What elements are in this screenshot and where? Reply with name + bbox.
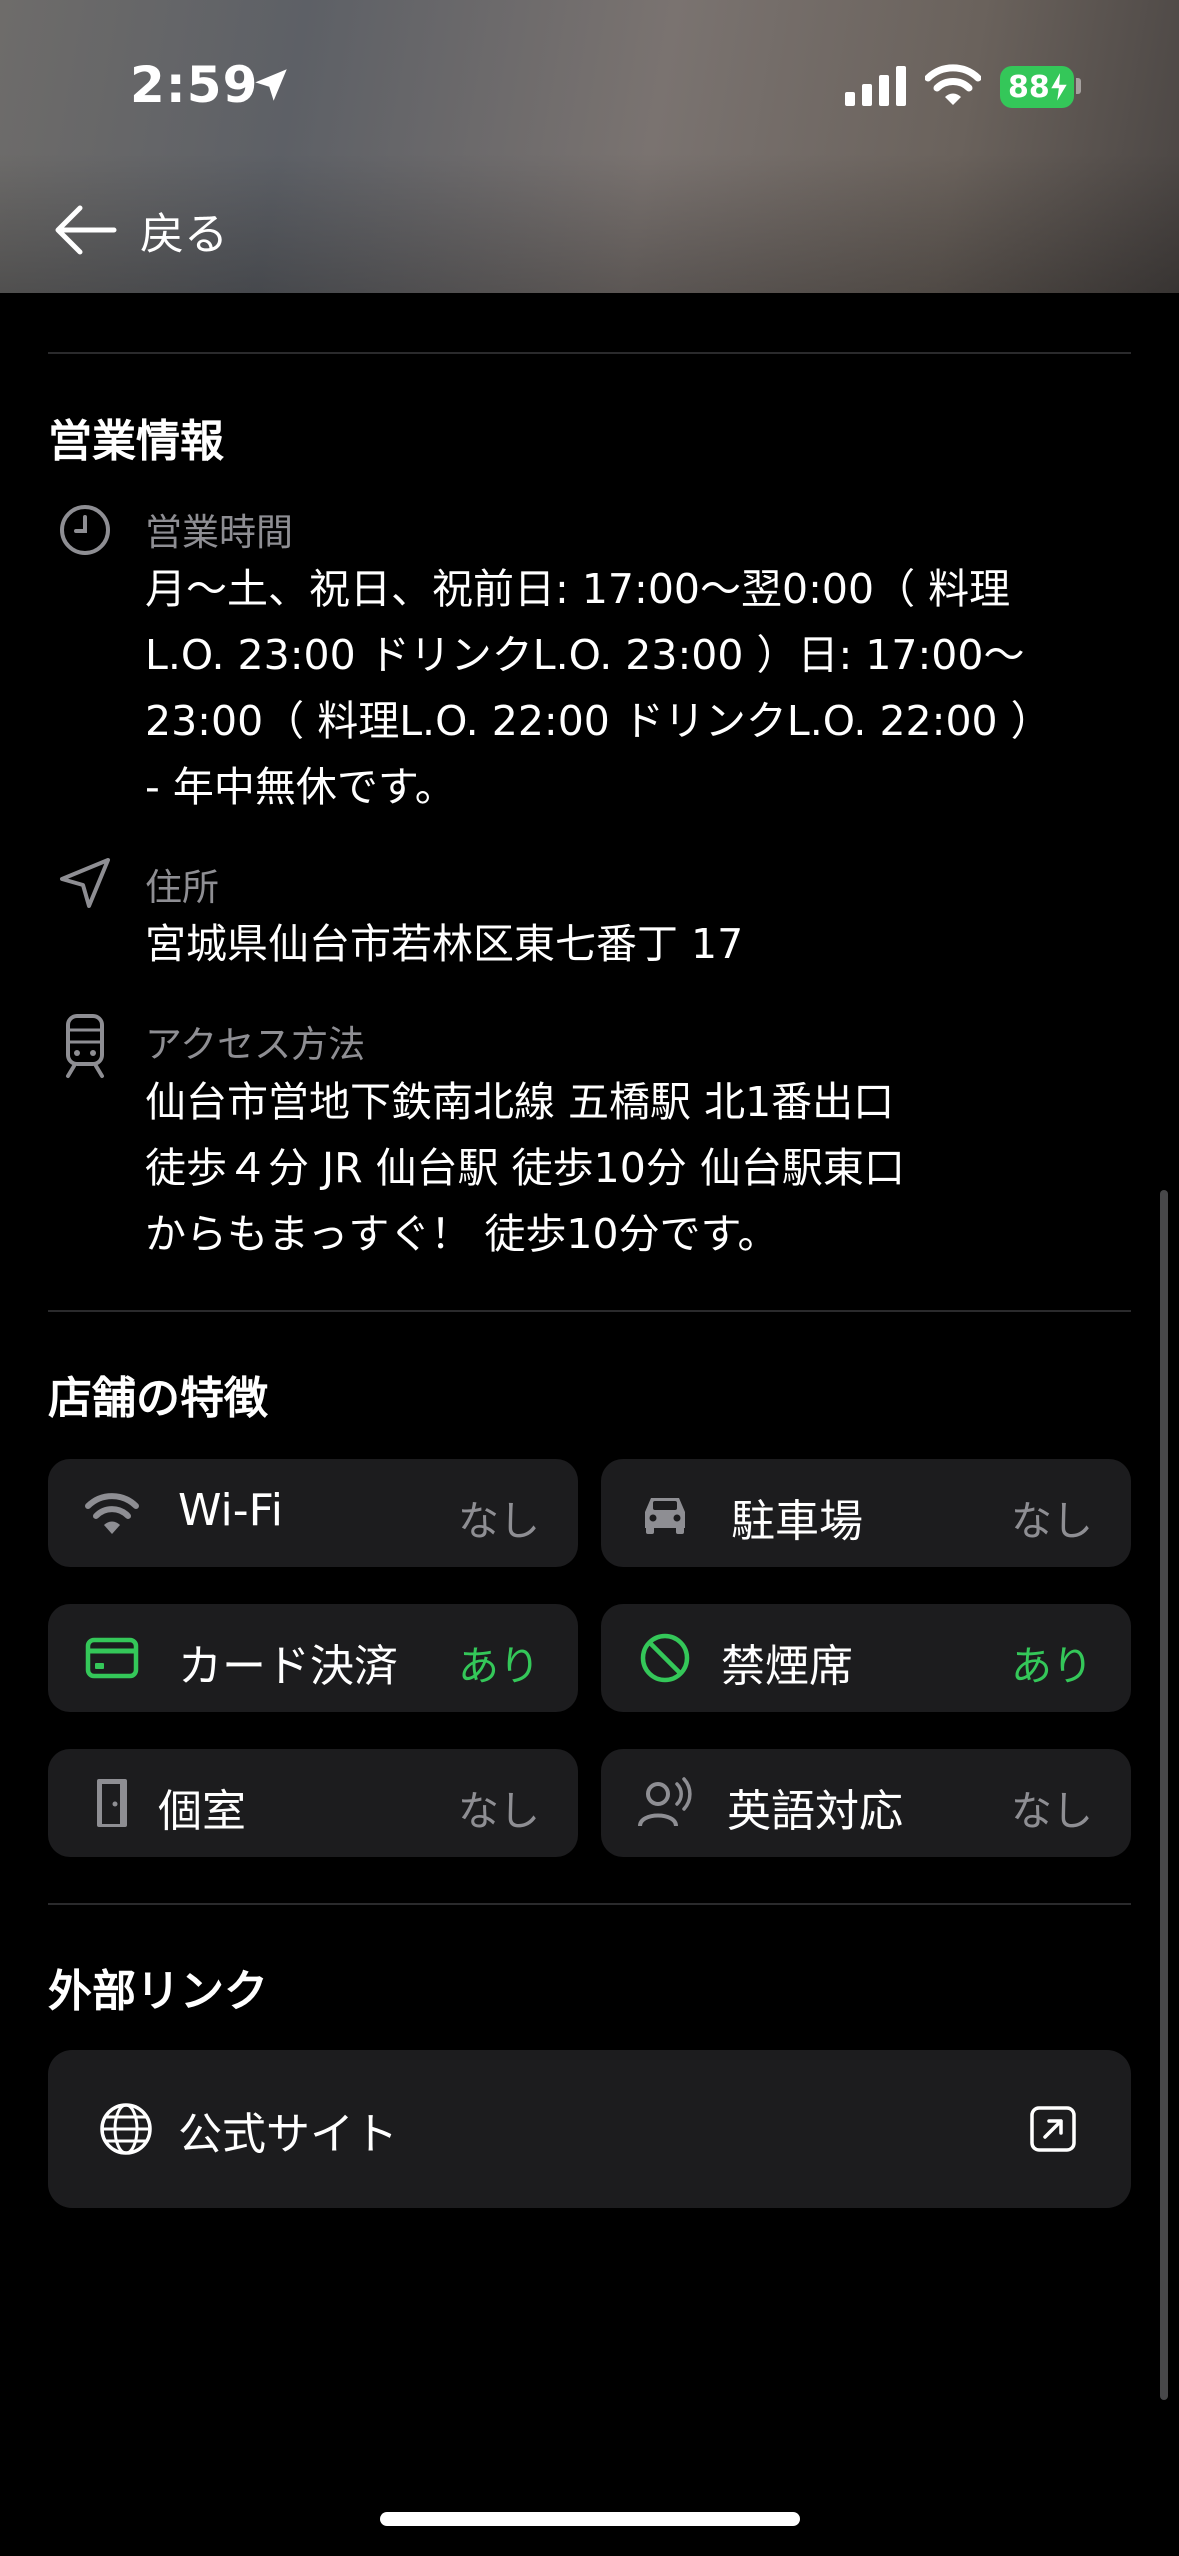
hours-line: - 年中無休です。 <box>145 763 456 811</box>
feature-value: あり <box>1011 1642 1093 1690</box>
access-value: 仙台市営地下鉄南北線 五橋駅 北1番出口 徒歩４分 JR 仙台駅 徒歩10分 仙… <box>145 1069 1135 1267</box>
access-line: からもまっすぐ！ 徒歩10分です。 <box>145 1210 779 1258</box>
official-site-link[interactable]: 公式サイト <box>48 2050 1131 2208</box>
home-indicator[interactable] <box>380 2512 800 2526</box>
feature-value: あり <box>458 1642 540 1690</box>
scrollbar[interactable] <box>1160 1190 1168 2400</box>
feature-label: Wi-Fi <box>178 1485 283 1536</box>
wifi-status-icon <box>925 64 981 105</box>
external-link-icon <box>1030 2106 1076 2152</box>
cellular-signal-icon <box>845 66 906 106</box>
battery-cap <box>1076 78 1081 94</box>
no-smoking-icon <box>640 1633 690 1683</box>
hours-line: L.O. 23:00 ドリンクL.O. 23:00 ）日: 17:00～ <box>145 631 1025 679</box>
status-time: 2:59 <box>130 56 259 114</box>
feature-card-payment: カード決済 あり <box>48 1604 578 1712</box>
wifi-icon <box>85 1493 139 1534</box>
features-title: 店舗の特徴 <box>48 1373 268 1424</box>
address-value: 宮城県仙台市若林区東七番丁 17 <box>145 920 744 968</box>
credit-card-icon <box>85 1637 139 1679</box>
access-label: アクセス方法 <box>145 1023 366 1066</box>
location-arrow-icon <box>255 69 287 101</box>
clock-icon <box>60 505 110 555</box>
feature-parking: 駐車場 なし <box>601 1459 1131 1567</box>
globe-icon <box>100 2103 152 2155</box>
battery-level: 88 <box>1008 69 1050 105</box>
feature-value: なし <box>1011 1787 1093 1835</box>
business-info-title: 営業情報 <box>48 416 224 467</box>
navigation-arrow-icon <box>60 858 110 908</box>
feature-label: 禁煙席 <box>721 1641 853 1692</box>
access-line: 徒歩４分 JR 仙台駅 徒歩10分 仙台駅東口 <box>145 1144 905 1192</box>
feature-label: 英語対応 <box>727 1786 903 1837</box>
hours-line: 月～土、祝日、祝前日: 17:00～翌0:00（ 料理 <box>145 565 1011 613</box>
official-site-label: 公式サイト <box>178 2109 398 2160</box>
external-links-title: 外部リンク <box>48 1966 268 2017</box>
feature-wifi: Wi-Fi なし <box>48 1459 578 1567</box>
feature-english-support: 英語対応 なし <box>601 1749 1131 1857</box>
charging-bolt-icon <box>1048 70 1070 104</box>
access-line: 仙台市営地下鉄南北線 五橋駅 北1番出口 <box>145 1078 895 1126</box>
car-icon <box>645 1498 685 1534</box>
back-arrow-icon <box>55 205 117 255</box>
feature-value: なし <box>458 1787 540 1835</box>
feature-label: 個室 <box>158 1786 246 1837</box>
feature-label: カード決済 <box>178 1641 398 1692</box>
feature-value: なし <box>458 1497 540 1545</box>
address-label: 住所 <box>145 866 219 909</box>
back-label: 戻る <box>140 209 228 260</box>
divider <box>48 1903 1131 1905</box>
door-icon <box>97 1779 127 1827</box>
feature-private-room: 個室 なし <box>48 1749 578 1857</box>
feature-non-smoking: 禁煙席 あり <box>601 1604 1131 1712</box>
train-icon <box>66 1014 104 1078</box>
hours-label: 営業時間 <box>145 511 293 554</box>
divider <box>48 1310 1131 1312</box>
speaking-person-icon <box>638 1777 692 1827</box>
hours-value: 月～土、祝日、祝前日: 17:00～翌0:00（ 料理 L.O. 23:00 ド… <box>145 556 1135 820</box>
hours-line: 23:00（ 料理L.O. 22:00 ドリンクL.O. 22:00 ） <box>145 697 1052 745</box>
feature-label: 駐車場 <box>731 1496 863 1547</box>
divider <box>48 352 1131 354</box>
feature-value: なし <box>1011 1497 1093 1545</box>
back-button[interactable]: 戻る <box>50 190 228 270</box>
